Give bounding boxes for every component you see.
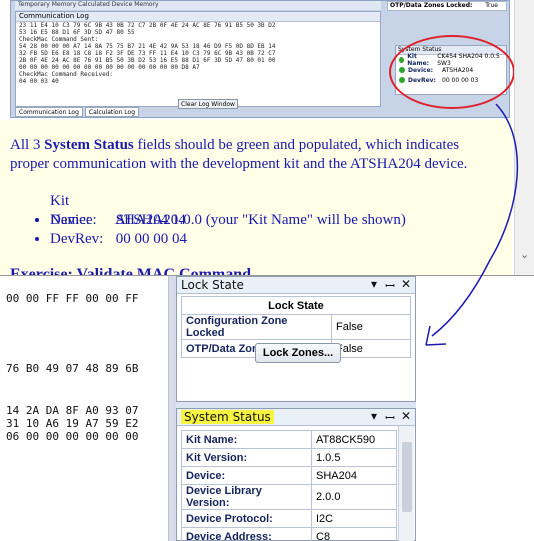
embedded-otp-label: OTP/Data Zones Locked: [390, 2, 473, 9]
table-row[interactable]: Device: SHA204 [181, 466, 397, 485]
row-value: SHA204 [311, 466, 397, 485]
scrollbar-thumb[interactable] [402, 442, 412, 512]
row-value: I2C [311, 509, 397, 528]
log-line: 04 00 03 40 [19, 78, 59, 85]
log-line: 23 11 E4 10 C3 79 6C 9B 43 0B 72 C7 2B 0… [19, 22, 276, 29]
table-row[interactable]: Device Protocol: I2C [181, 509, 397, 528]
row-value: False [331, 314, 411, 340]
embedded-tabs: Communication Log Calculation Log [15, 107, 140, 117]
embedded-communication-log: Communication Log 23 11 E4 10 C3 79 6C 9… [15, 11, 381, 109]
embedded-clear-log-button: Clear Log Window [178, 99, 238, 109]
hex-line: 31 10 A6 19 A7 59 E2 [6, 417, 139, 430]
system-status-title: System Status [181, 410, 274, 424]
hex-line: 76 B0 49 07 48 89 6B [6, 362, 139, 375]
row-key: Kit Name: [181, 430, 312, 449]
system-status-grid: Kit Name: AT88CK590 Kit Version: 1.0.5 Dev… [181, 430, 397, 541]
lock-zones-button[interactable]: Lock Zones... [255, 343, 341, 363]
cut-off-heading: Exercise: Validate MAC Command [10, 267, 252, 276]
list-item: Kit Name: SHA204 1.0.0 (your "Kit Name" … [50, 192, 406, 228]
item-label: DevRev: [50, 231, 104, 247]
note-text-start: All 3 [10, 137, 45, 153]
row-key: Device Address: [181, 527, 312, 541]
system-status-scrollbar[interactable] [398, 426, 414, 541]
pin-icon[interactable]: ꟷ [385, 277, 395, 294]
log-line: 00 00 00 00 00 00 00 00 00 00 00 00 00 0… [19, 64, 200, 71]
empty-area [416, 276, 534, 541]
hex-memory-pane[interactable]: 00 00 FF FF 00 00 FF 76 B0 49 07 48 89 6… [0, 276, 176, 541]
embedded-screenshot: Temporary Memory Calculated Device Memor… [10, 0, 515, 118]
table-row[interactable]: Device Address: C8 [181, 527, 397, 541]
item-label: Device: [50, 212, 97, 228]
close-icon[interactable]: ✕ [401, 277, 411, 294]
note-list: Kit Name: SHA204 1.0.0 (your "Kit Name" … [34, 192, 406, 249]
row-value: 1.0.5 [311, 448, 397, 467]
log-line: 32 FB 5D E6 E8 18 C8 18 F2 3F DE 73 FF 1… [19, 50, 276, 57]
system-status-panel: System Status ▾ ꟷ ✕ Kit Name: AT88CK590 K… [176, 408, 416, 541]
log-line: 2B 0F 4E 24 AC 8E 76 91 B5 50 3B D2 53 1… [19, 57, 276, 64]
row-key: Device: [181, 466, 312, 485]
row-value: AT88CK590 [311, 430, 397, 449]
pane-splitter[interactable] [168, 276, 176, 541]
close-icon[interactable]: ✕ [401, 409, 411, 426]
item-value: ATSHA204 [114, 212, 186, 228]
table-row[interactable]: Kit Name: AT88CK590 [181, 430, 397, 449]
embedded-tab: Communication Log [15, 107, 83, 117]
lock-state-header: Lock State [181, 296, 411, 315]
embedded-otp-row: OTP/Data Zones Locked: True [387, 1, 507, 11]
table-row[interactable]: Configuration Zone Locked False [181, 314, 411, 340]
log-line: 53 16 E5 88 D1 6F 3D 5D 47 80 55 [19, 29, 135, 36]
item-value: 00 00 00 04 [115, 231, 187, 247]
log-line: CheckMac Command Sent: [19, 36, 99, 43]
row-key: Device Library Version: [181, 484, 312, 510]
row-value: 2.0.0 [311, 484, 397, 510]
chevron-down-icon[interactable]: ⌄ [520, 248, 529, 261]
embedded-log-title: Communication Log [16, 12, 380, 22]
system-status-title-bar: System Status ▾ ꟷ ✕ [177, 409, 415, 426]
tutorial-note: All 3 System Status fields should be gre… [0, 120, 512, 276]
lock-state-title: Lock State [181, 278, 244, 292]
table-row[interactable]: Kit Version: 1.0.5 [181, 448, 397, 467]
hex-line: 14 2A DA 8F A0 93 07 [6, 404, 139, 417]
row-key: Kit Version: [181, 448, 312, 467]
embedded-otp-value: True [485, 2, 498, 9]
row-value: C8 [311, 527, 397, 541]
document-scrollbar[interactable]: ⌄ [514, 0, 534, 275]
note-paragraph: All 3 System Status fields should be gre… [10, 136, 500, 174]
list-item: DevRev: 00 00 00 04 [50, 230, 406, 249]
lock-state-title-bar: Lock State ▾ ꟷ ✕ [177, 277, 415, 294]
lock-state-panel: Lock State ▾ ꟷ ✕ Lock State Configuratio… [176, 276, 416, 402]
note-bold-term: System Status [44, 137, 134, 153]
embedded-top-strip: Temporary Memory Calculated Device Memor… [15, 1, 381, 10]
hex-line: 00 00 FF FF 00 00 FF [6, 292, 139, 305]
table-row[interactable]: Device Library Version: 2.0.0 [181, 484, 397, 510]
dropdown-icon[interactable]: ▾ [369, 409, 379, 426]
red-circle-annotation [389, 35, 515, 109]
tutorial-document: Temporary Memory Calculated Device Memor… [0, 0, 534, 276]
dropdown-icon[interactable]: ▾ [369, 277, 379, 294]
row-key: Device Protocol: [181, 509, 312, 528]
row-value: False [331, 339, 411, 358]
log-line: 54 28 00 00 00 A7 14 8A 75 75 B7 21 4E 4… [19, 43, 276, 50]
row-key: Configuration Zone Locked [181, 314, 332, 340]
hex-line: 06 00 00 00 00 00 00 [6, 430, 139, 443]
embedded-tab: Calculation Log [84, 107, 140, 117]
pin-icon[interactable]: ꟷ [385, 409, 395, 426]
log-line: CheckMac Command Received: [19, 71, 113, 78]
